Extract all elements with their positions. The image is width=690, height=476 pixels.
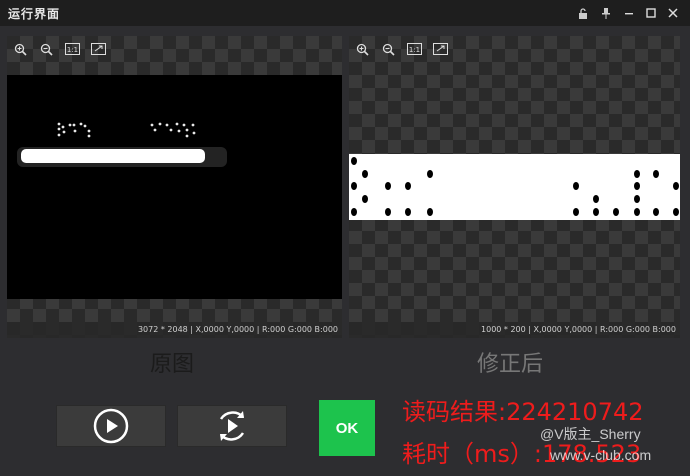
- decode-result-text: 读码结果:224210742: [402, 398, 644, 426]
- original-caption: 原图: [150, 352, 195, 377]
- braille-dots-corrected: [351, 157, 679, 216]
- actual-size-icon[interactable]: 1:1: [405, 40, 423, 58]
- actual-size-icon[interactable]: 1:1: [63, 40, 81, 58]
- maximize-icon[interactable]: [642, 4, 660, 22]
- svg-text:1:1: 1:1: [408, 46, 419, 54]
- zoom-in-icon[interactable]: [11, 40, 29, 58]
- fit-icon[interactable]: [431, 40, 449, 58]
- pin-icon[interactable]: [597, 4, 615, 22]
- lock-icon[interactable]: [574, 4, 592, 22]
- minimize-icon[interactable]: [620, 4, 638, 22]
- watermark-user: @V版主_Sherry: [540, 426, 641, 442]
- play-button[interactable]: [56, 405, 166, 447]
- svg-text:1:1: 1:1: [66, 46, 77, 54]
- fit-icon[interactable]: [89, 40, 107, 58]
- corrected-status-bar: 1000 * 200 | X,0000 Y,0000 | R:000 G:000…: [349, 322, 680, 338]
- watermark-site: www.v-club.com: [550, 447, 652, 463]
- zoom-in-icon[interactable]: [353, 40, 371, 58]
- braille-dots-original: [17, 122, 227, 167]
- close-icon[interactable]: [664, 4, 682, 22]
- original-image: [7, 75, 342, 299]
- title-bar: 运行界面: [0, 0, 690, 26]
- ok-button[interactable]: OK: [319, 400, 375, 456]
- original-image-viewer[interactable]: 1:1 3072 * 2048 | X,0000 Y,0000 | R:000 …: [7, 36, 342, 338]
- zoom-out-icon[interactable]: [379, 40, 397, 58]
- original-status-bar: 3072 * 2048 | X,0000 Y,0000 | R:000 G:00…: [7, 322, 342, 338]
- window-title: 运行界面: [8, 7, 61, 21]
- corrected-image: [349, 154, 680, 220]
- loop-play-button[interactable]: [177, 405, 287, 447]
- corrected-caption: 修正后: [477, 352, 544, 377]
- zoom-out-icon[interactable]: [37, 40, 55, 58]
- loop-play-icon: [219, 411, 245, 441]
- play-icon: [93, 408, 129, 444]
- corrected-image-viewer[interactable]: 1:1 1000 * 200 | X,0000 Y,0000 | R:000 G…: [349, 36, 680, 338]
